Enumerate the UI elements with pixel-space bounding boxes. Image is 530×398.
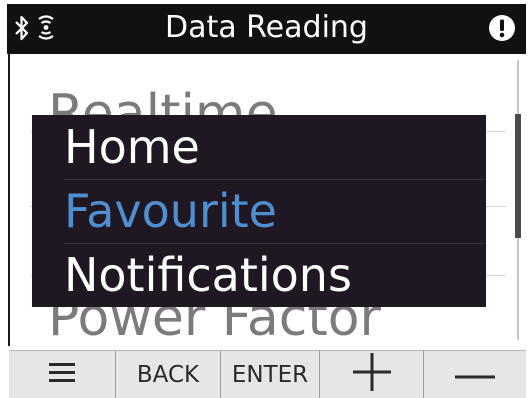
scrollbar[interactable]: [510, 60, 526, 340]
scrollbar-thumb[interactable]: [515, 114, 521, 238]
page-title: Data Reading: [165, 10, 368, 45]
menu-separator: [64, 243, 484, 244]
menu-item-home[interactable]: Home: [64, 118, 200, 176]
minus-button[interactable]: [424, 351, 526, 398]
bottom-button-bar: BACK ENTER: [9, 350, 526, 398]
menu-separator: [64, 179, 484, 180]
minus-icon: [455, 362, 495, 388]
title-bar: Data Reading: [7, 4, 526, 54]
menu-item-notifications[interactable]: Notifications: [64, 246, 352, 304]
plus-button[interactable]: [320, 351, 424, 398]
menu-icon: [49, 361, 75, 389]
plus-icon: [352, 353, 391, 397]
menu-item-favourite[interactable]: Favourite: [64, 182, 277, 240]
back-button[interactable]: BACK: [116, 351, 221, 398]
enter-button[interactable]: ENTER: [221, 351, 320, 398]
menu-button[interactable]: [9, 351, 116, 398]
popup-menu: Home Favourite Notifications: [32, 115, 486, 307]
device-screen: Data Reading Realtime Power Factor Home …: [0, 0, 530, 398]
alert-icon[interactable]: [488, 14, 516, 42]
